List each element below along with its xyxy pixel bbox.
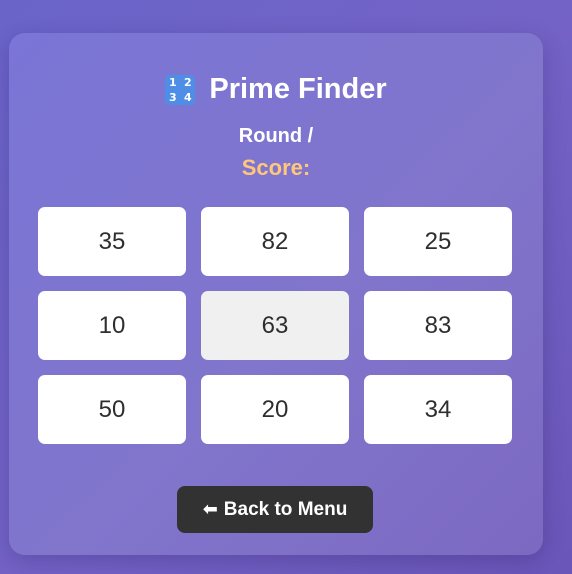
number-cell[interactable]: 10 xyxy=(38,291,186,360)
game-card: 1 2 3 4 Prime Finder Round / Score: 35 8… xyxy=(9,33,543,555)
number-cell-highlighted[interactable]: 63 xyxy=(201,291,349,360)
number-cell[interactable]: 34 xyxy=(364,375,512,444)
number-cell[interactable]: 25 xyxy=(364,207,512,276)
icon-digit: 2 xyxy=(184,75,192,89)
number-cell[interactable]: 20 xyxy=(201,375,349,444)
number-cell[interactable]: 50 xyxy=(38,375,186,444)
title-text: Prime Finder xyxy=(209,73,387,105)
score-indicator: Score: xyxy=(241,155,311,180)
icon-digit: 3 xyxy=(169,90,177,104)
icon-digit: 4 xyxy=(184,90,192,104)
round-indicator: Round / xyxy=(238,125,314,147)
number-cell[interactable]: 82 xyxy=(201,207,349,276)
number-cell[interactable]: 35 xyxy=(38,207,186,276)
icon-digit: 1 xyxy=(169,75,177,89)
left-arrow-icon: ⬅ xyxy=(202,499,218,520)
number-cell[interactable]: 83 xyxy=(364,291,512,360)
page-title: 1 2 3 4 Prime Finder xyxy=(9,73,543,106)
input-numbers-icon: 1 2 3 4 xyxy=(165,74,196,105)
back-to-menu-button[interactable]: ⬅ Back to Menu xyxy=(177,486,373,533)
back-button-label: Back to Menu xyxy=(223,498,348,520)
number-grid: 35 82 25 10 63 83 50 20 34 xyxy=(38,207,512,444)
